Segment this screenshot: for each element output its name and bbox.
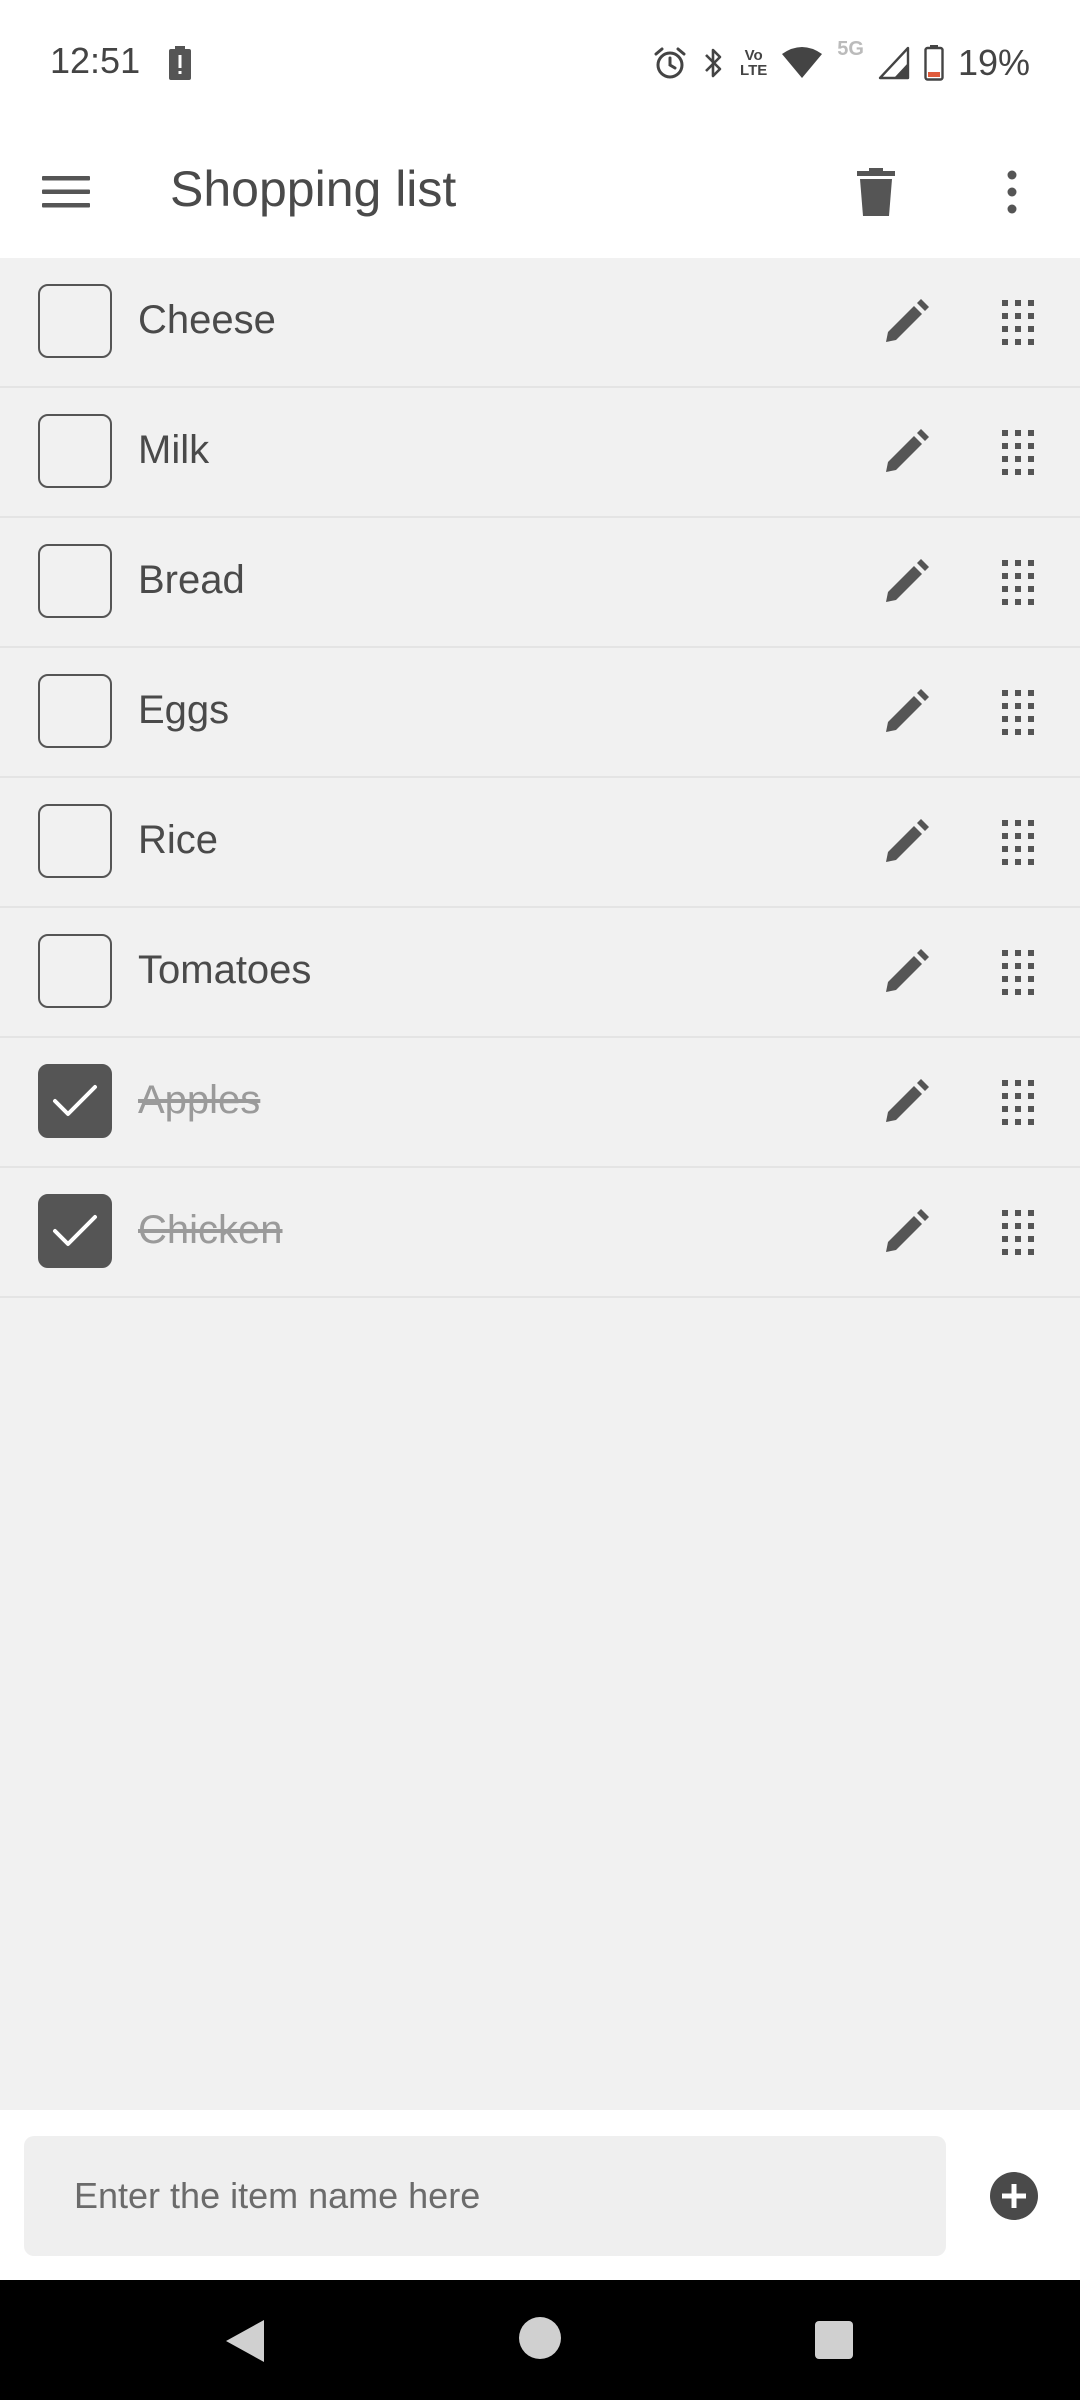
item-label: Milk [138, 428, 210, 472]
pencil-icon [886, 1209, 929, 1252]
status-time: 12:51 [50, 40, 141, 81]
drag-handle[interactable] [982, 1196, 1054, 1268]
alarm-icon [652, 45, 688, 81]
item-checkbox[interactable] [38, 804, 112, 878]
hamburger-menu-icon [42, 176, 90, 208]
status-bar: 12:51 Vo LTE 5G 19% [0, 0, 1080, 126]
item-label: Apples [138, 1078, 261, 1122]
item-label: Chicken [138, 1208, 283, 1252]
drag-handle[interactable] [982, 416, 1054, 488]
item-label: Cheese [138, 298, 276, 342]
drag-grid-icon [1002, 689, 1034, 735]
list-item: Apples [0, 1038, 1080, 1168]
page-title: Shopping list [170, 161, 457, 217]
item-checkbox[interactable] [38, 934, 112, 1008]
list-item: Chicken [0, 1168, 1080, 1298]
item-label: Bread [138, 558, 245, 602]
drag-grid-icon [1002, 1209, 1034, 1255]
add-item-button[interactable] [984, 2166, 1044, 2226]
add-circle-icon [990, 2172, 1038, 2220]
volte-label-top: Vo [744, 47, 763, 64]
status-icons: Vo LTE 5G 19% [652, 38, 1030, 88]
drag-grid-icon [1002, 299, 1034, 345]
item-checkbox[interactable] [38, 414, 112, 488]
menu-button[interactable] [30, 156, 102, 228]
edit-item-button[interactable] [870, 416, 942, 488]
pencil-icon [886, 429, 929, 472]
drag-handle[interactable] [982, 286, 1054, 358]
drag-handle[interactable] [982, 806, 1054, 878]
trash-icon [857, 168, 895, 216]
item-name-input[interactable] [24, 2136, 946, 2256]
pencil-icon [886, 689, 929, 732]
list-item: Eggs [0, 648, 1080, 778]
volte-icon: Vo LTE [740, 48, 767, 78]
item-checkbox[interactable] [38, 1064, 112, 1138]
more-vertical-icon [1007, 170, 1017, 214]
list-item: Bread [0, 518, 1080, 648]
delete-button[interactable] [840, 156, 912, 228]
more-options-button[interactable] [976, 156, 1048, 228]
drag-handle[interactable] [982, 546, 1054, 618]
list-item: Rice [0, 778, 1080, 908]
item-checkbox[interactable] [38, 1194, 112, 1268]
drag-grid-icon [1002, 949, 1034, 995]
item-label: Tomatoes [138, 948, 312, 992]
edit-item-button[interactable] [870, 286, 942, 358]
back-icon[interactable] [222, 2316, 272, 2366]
screen: 12:51 Vo LTE 5G 19% Shopping list Cheese… [0, 0, 1080, 2400]
edit-item-button[interactable] [870, 936, 942, 1008]
app-bar: Shopping list [0, 126, 1080, 258]
network-type-label: 5G [837, 38, 864, 60]
battery-alert-icon [168, 46, 192, 80]
shopping-list: Cheese Milk Bread Eggs Rice Tomatoes Apples Chi… [0, 258, 1080, 1298]
bluetooth-icon [702, 45, 726, 81]
edit-item-button[interactable] [870, 1196, 942, 1268]
drag-handle[interactable] [982, 1066, 1054, 1138]
drag-grid-icon [1002, 559, 1034, 605]
pencil-icon [886, 1079, 929, 1122]
recents-icon[interactable] [814, 2320, 854, 2360]
drag-grid-icon [1002, 429, 1034, 475]
edit-item-button[interactable] [870, 676, 942, 748]
checkmark-icon [53, 1215, 97, 1246]
wifi-icon [781, 46, 823, 80]
list-item: Milk [0, 388, 1080, 518]
battery-percent: 19% [957, 42, 1030, 83]
pencil-icon [886, 819, 929, 862]
item-checkbox[interactable] [38, 284, 112, 358]
cell-signal-icon [878, 46, 910, 80]
edit-item-button[interactable] [870, 806, 942, 878]
item-label: Rice [138, 818, 219, 862]
drag-grid-icon [1002, 819, 1034, 865]
home-icon[interactable] [518, 2316, 562, 2360]
drag-handle[interactable] [982, 936, 1054, 1008]
edit-item-button[interactable] [870, 1066, 942, 1138]
pencil-icon [886, 949, 929, 992]
checkmark-icon [53, 1085, 97, 1116]
system-nav-bar [0, 2280, 1080, 2400]
drag-handle[interactable] [982, 676, 1054, 748]
item-checkbox[interactable] [38, 544, 112, 618]
list-item: Cheese [0, 258, 1080, 388]
list-item: Tomatoes [0, 908, 1080, 1038]
drag-grid-icon [1002, 1079, 1034, 1125]
pencil-icon [886, 299, 929, 342]
battery-icon [924, 45, 944, 81]
pencil-icon [886, 559, 929, 602]
item-label: Eggs [138, 688, 230, 732]
edit-item-button[interactable] [870, 546, 942, 618]
volte-label-bottom: LTE [740, 62, 768, 79]
item-checkbox[interactable] [38, 674, 112, 748]
input-bar [0, 2110, 1080, 2280]
